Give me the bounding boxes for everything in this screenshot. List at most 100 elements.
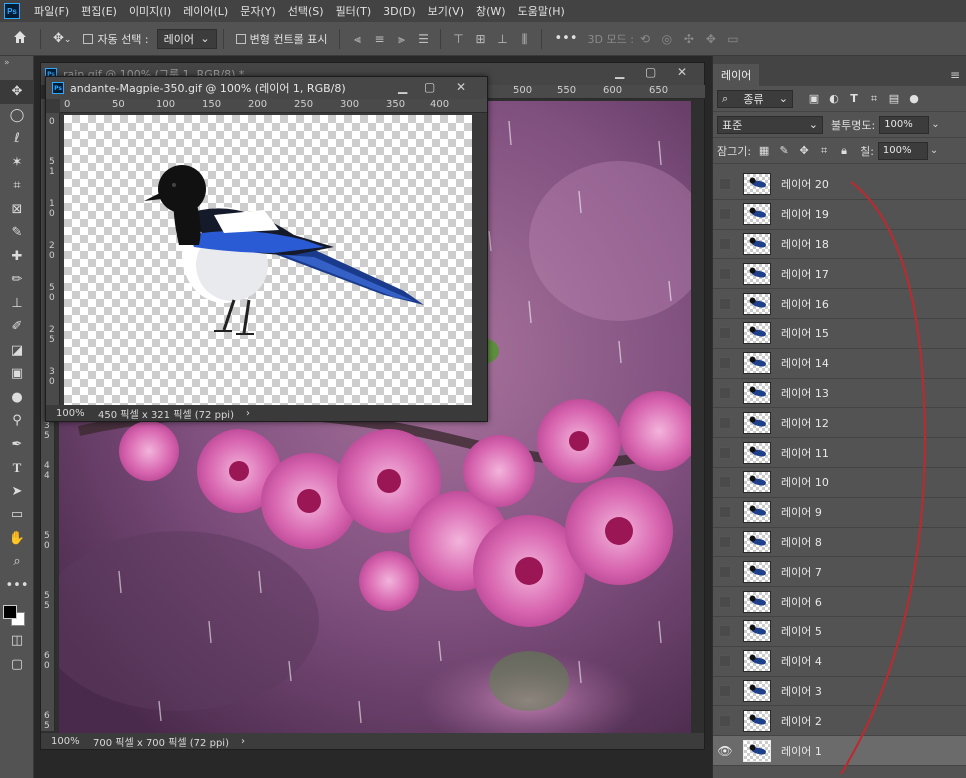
layer-row[interactable]: 레이어 15 — [713, 319, 966, 349]
auto-select-checkbox[interactable] — [83, 33, 94, 44]
visibility-toggle[interactable] — [713, 200, 737, 229]
minimize-button[interactable]: ▁ — [615, 65, 624, 79]
magic-wand-tool-icon[interactable]: ✶ — [0, 151, 34, 175]
align-middle-icon[interactable]: ⊞ — [472, 32, 488, 46]
align-top-icon[interactable]: ⊤ — [450, 32, 466, 46]
zoom-tool-icon[interactable]: ⌕ — [0, 550, 34, 574]
menu-edit[interactable]: 편집(E) — [75, 3, 123, 19]
align-center-icon[interactable]: ≡ — [371, 32, 387, 46]
maximize-button[interactable]: ▢ — [645, 65, 656, 79]
filter-toggle-icon[interactable]: ● — [907, 92, 921, 106]
roll-3d-icon[interactable]: ◎ — [659, 32, 675, 46]
blur-tool-icon[interactable]: ● — [0, 386, 34, 410]
document-titlebar[interactable]: Ps andante-Magpie-350.gif @ 100% (레이어 1,… — [46, 77, 487, 99]
layer-row[interactable]: 레이어 3 — [713, 677, 966, 707]
minimize-button[interactable]: ▁ — [398, 80, 407, 94]
move-tool-icon[interactable]: ✥ — [0, 80, 34, 104]
visibility-toggle[interactable] — [713, 438, 737, 467]
visibility-toggle[interactable] — [713, 498, 737, 527]
history-brush-icon[interactable]: ✐ — [0, 315, 34, 339]
brush-tool-icon[interactable]: ✏ — [0, 268, 34, 292]
eraser-tool-icon[interactable]: ◪ — [0, 339, 34, 363]
shape-filter-icon[interactable]: ⌗ — [867, 92, 881, 106]
zoom-level[interactable]: 100% — [46, 408, 92, 419]
marquee-tool-icon[interactable]: ◯ — [0, 104, 34, 128]
menu-select[interactable]: 선택(S) — [282, 3, 330, 19]
status-menu-chevron-icon[interactable]: › — [246, 408, 250, 419]
pixel-filter-icon[interactable]: ▣ — [807, 92, 821, 106]
layer-row[interactable]: 레이어 12 — [713, 408, 966, 439]
adjustment-filter-icon[interactable]: ◐ — [827, 92, 841, 106]
layer-row[interactable]: 레이어 4 — [713, 647, 966, 677]
transform-controls-checkbox[interactable] — [235, 33, 246, 44]
visibility-toggle[interactable] — [713, 647, 737, 676]
type-tool-icon[interactable]: T — [0, 456, 34, 480]
menu-view[interactable]: 보기(V) — [422, 3, 470, 19]
menu-filter[interactable]: 필터(T) — [330, 3, 378, 19]
menu-image[interactable]: 이미지(I) — [123, 3, 177, 19]
visibility-toggle[interactable] — [713, 676, 737, 705]
layer-row[interactable]: 레이어 14 — [713, 349, 966, 379]
visibility-toggle[interactable] — [713, 557, 737, 586]
visibility-toggle[interactable] — [713, 230, 737, 259]
layer-row[interactable]: 레이어 13 — [713, 379, 966, 409]
collapse-toolbar-icon[interactable]: » — [0, 56, 33, 80]
layer-row[interactable]: 레이어 17 — [713, 259, 966, 290]
color-swatches[interactable] — [0, 597, 34, 629]
layer-row[interactable]: 레이어 19 — [713, 200, 966, 230]
zoom-level[interactable]: 100% — [41, 736, 87, 747]
foreground-color-swatch[interactable] — [3, 605, 17, 619]
clone-stamp-icon[interactable]: ⊥ — [0, 292, 34, 316]
menu-3d[interactable]: 3D(D) — [377, 5, 422, 18]
visibility-toggle[interactable] — [713, 706, 737, 735]
layer-row[interactable]: 레이어 10 — [713, 468, 966, 498]
visibility-toggle[interactable] — [713, 170, 737, 199]
maximize-button[interactable]: ▢ — [424, 80, 435, 94]
layer-row[interactable]: 레이어 16 — [713, 289, 966, 319]
layer-row[interactable]: 레이어 11 — [713, 438, 966, 468]
layer-row[interactable]: 레이어 2 — [713, 706, 966, 737]
more-tools-icon[interactable]: ••• — [0, 574, 34, 598]
opacity-input[interactable]: 100% — [879, 115, 930, 134]
menu-layer[interactable]: 레이어(L) — [177, 3, 234, 19]
layer-row[interactable]: 레이어 8 — [713, 528, 966, 558]
visibility-toggle[interactable] — [713, 527, 737, 556]
close-button[interactable]: ✕ — [677, 65, 687, 79]
frame-tool-icon[interactable]: ⊠ — [0, 198, 34, 222]
layer-row[interactable]: 레이어 7 — [713, 557, 966, 588]
layer-row-selected[interactable]: 👁︎ 레이어 1 — [713, 736, 966, 766]
gradient-tool-icon[interactable]: ▣ — [0, 362, 34, 386]
lasso-tool-icon[interactable]: ℓ — [0, 127, 34, 151]
close-button[interactable]: ✕ — [456, 80, 466, 94]
layer-kind-filter[interactable]: ⌕ 종류 ⌄ — [717, 89, 793, 108]
eyedropper-tool-icon[interactable]: ✎ — [0, 221, 34, 245]
align-left-icon[interactable]: ⫷ — [349, 32, 365, 46]
chevron-down-icon[interactable]: ⌄ — [930, 145, 938, 156]
visibility-toggle[interactable] — [713, 289, 737, 318]
more-options-button[interactable]: ••• — [548, 31, 583, 46]
visibility-toggle[interactable]: 👁︎ — [713, 736, 737, 765]
align-right-icon[interactable]: ⫸ — [393, 32, 409, 46]
dodge-tool-icon[interactable]: ⚲ — [0, 409, 34, 433]
healing-brush-icon[interactable]: ✚ — [0, 245, 34, 269]
lock-all-icon[interactable]: 🔒︎ — [837, 144, 851, 158]
visibility-toggle[interactable] — [713, 617, 737, 646]
orbit-3d-icon[interactable]: ⟲ — [637, 32, 653, 46]
layer-row[interactable]: 레이어 20 — [713, 170, 966, 200]
chevron-down-icon[interactable]: ⌄ — [931, 119, 939, 130]
visibility-toggle[interactable] — [713, 349, 737, 378]
visibility-toggle[interactable] — [713, 378, 737, 407]
visibility-toggle[interactable] — [713, 408, 737, 437]
video-camera-icon[interactable]: ▭ — [725, 32, 741, 46]
layer-row[interactable]: 레이어 5 — [713, 617, 966, 647]
path-selection-icon[interactable]: ➤ — [0, 480, 34, 504]
panel-menu-icon[interactable]: ≡ — [950, 68, 960, 82]
menu-file[interactable]: 파일(F) — [28, 3, 75, 19]
visibility-toggle[interactable] — [713, 587, 737, 616]
blend-mode-dropdown[interactable]: 표준 ⌄ — [717, 115, 823, 134]
distribute-icon[interactable]: ☰ — [415, 32, 431, 46]
visibility-toggle[interactable] — [713, 319, 737, 348]
menu-help[interactable]: 도움말(H) — [512, 3, 571, 19]
drag-3d-icon[interactable]: ✣ — [681, 32, 697, 46]
move-tool-preset-icon[interactable]: ✥⌄ — [47, 31, 77, 46]
